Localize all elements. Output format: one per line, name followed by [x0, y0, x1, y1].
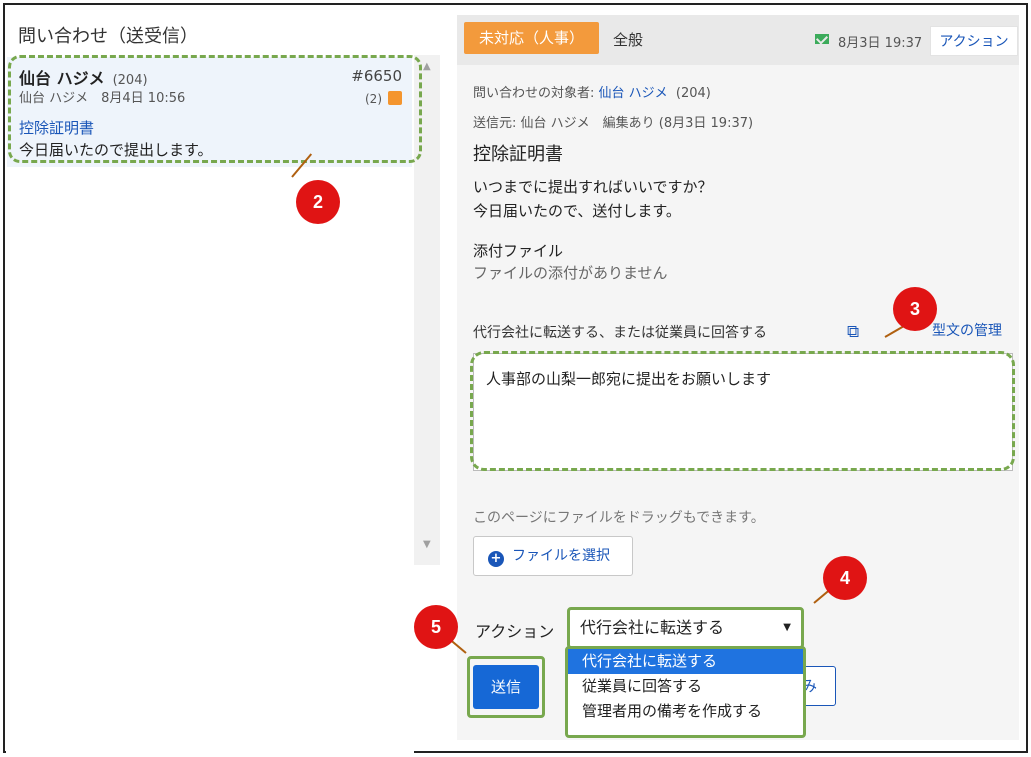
callout-badge-4: 4: [823, 556, 867, 600]
reply-label: 代行会社に転送する、または従業員に回答する: [473, 322, 767, 342]
caret-down-icon: ▼: [783, 610, 791, 646]
dropdown-option-reply[interactable]: 従業員に回答する: [568, 674, 803, 699]
plus-circle-icon: +: [488, 551, 504, 567]
action-dropdown: 代行会社に転送する 従業員に回答する 管理者用の備考を作成する: [565, 646, 806, 738]
attachment-empty: ファイルの添付がありません: [473, 262, 668, 283]
callout-badge-3: 3: [893, 287, 937, 331]
category-label: 全般: [613, 29, 643, 50]
attachment-label: 添付ファイル: [473, 240, 563, 261]
template-manage-link[interactable]: 型文の管理: [932, 320, 1002, 340]
highlight-box-3: [470, 351, 1015, 471]
message-title: 控除証明書: [473, 140, 563, 166]
send-button[interactable]: 送信: [473, 665, 539, 709]
dropdown-option-forward[interactable]: 代行会社に転送する: [568, 649, 803, 674]
sender-line: 送信元: 仙台 ハジメ 編集あり (8月3日 19:37): [473, 112, 753, 131]
drag-hint: このページにファイルをドラッグもできます。: [473, 507, 765, 527]
action-select[interactable]: 代行会社に転送する ▼: [567, 607, 804, 649]
action-label: アクション: [475, 618, 554, 642]
highlight-box-2: [8, 55, 422, 163]
select-file-button[interactable]: +ファイルを選択: [473, 536, 633, 576]
target-line: 問い合わせの対象者: 仙台 ハジメ (204): [473, 82, 711, 101]
callout-badge-5: 5: [414, 605, 458, 649]
mail-icon: [815, 34, 829, 44]
scroll-up-icon[interactable]: ▲: [423, 61, 431, 72]
dropdown-option-note[interactable]: 管理者用の備考を作成する: [568, 699, 803, 724]
target-name-link[interactable]: 仙台 ハジメ: [599, 86, 668, 101]
status-badge: 未対応（人事）: [464, 22, 599, 54]
header-date: 8月3日 19:37: [838, 32, 922, 51]
inbox-title: 問い合わせ（送受信）: [18, 22, 198, 48]
callout-badge-2: 2: [296, 180, 340, 224]
message-body-line-1: いつまでに提出すればいいですか？: [473, 176, 713, 197]
message-body-line-2: 今日届いたので、送付します。: [473, 200, 681, 221]
action-button[interactable]: アクション: [930, 26, 1018, 56]
scroll-down-icon[interactable]: ▼: [423, 539, 431, 550]
copy-template-icon[interactable]: ⧉: [847, 322, 859, 342]
